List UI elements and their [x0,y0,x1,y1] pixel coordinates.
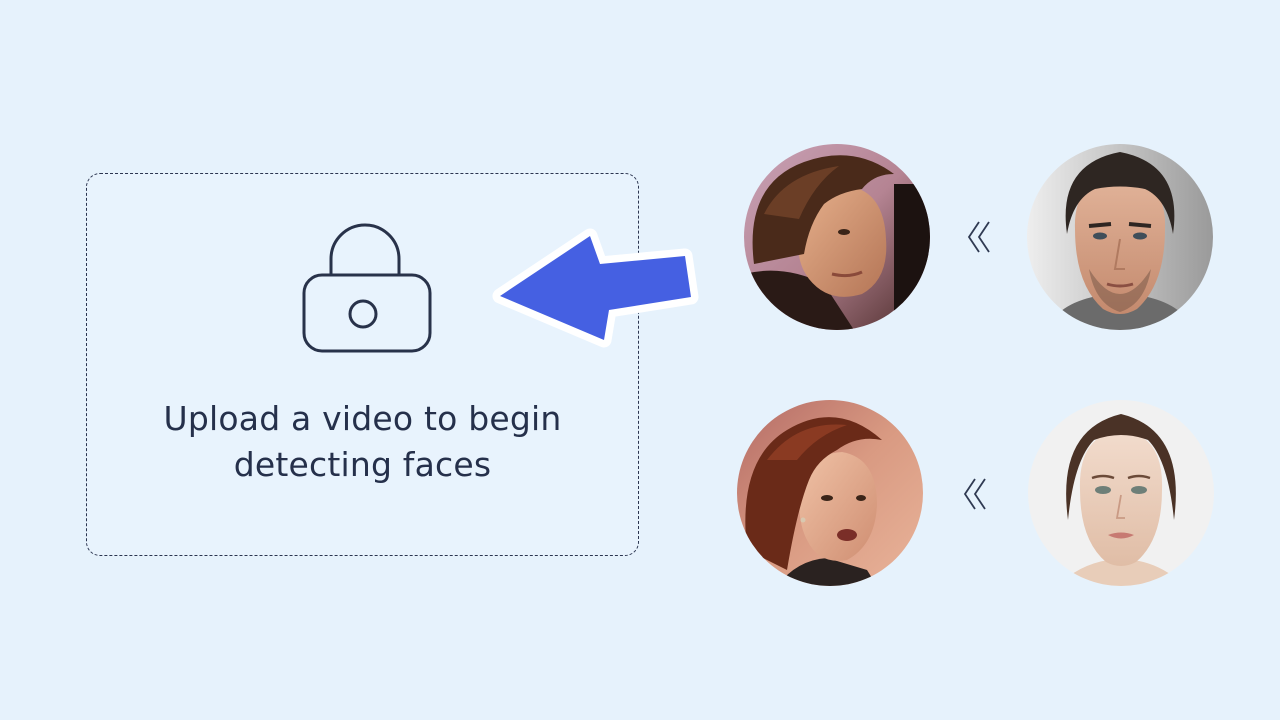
detected-face-woman [737,400,923,586]
upload-instructions: Upload a video to begin detecting faces [87,396,638,488]
arrow-left-icon [492,228,699,348]
replacement-face-man[interactable] [1027,144,1213,330]
detected-face-man [744,144,930,330]
replacement-face-woman[interactable] [1028,400,1214,586]
upload-instructions-line-1: Upload a video to begin [163,399,562,438]
double-chevron-left-icon [967,221,990,253]
upload-instructions-line-2: detecting faces [233,445,492,484]
double-chevron-left-icon [963,478,986,510]
lock-icon [302,223,432,353]
